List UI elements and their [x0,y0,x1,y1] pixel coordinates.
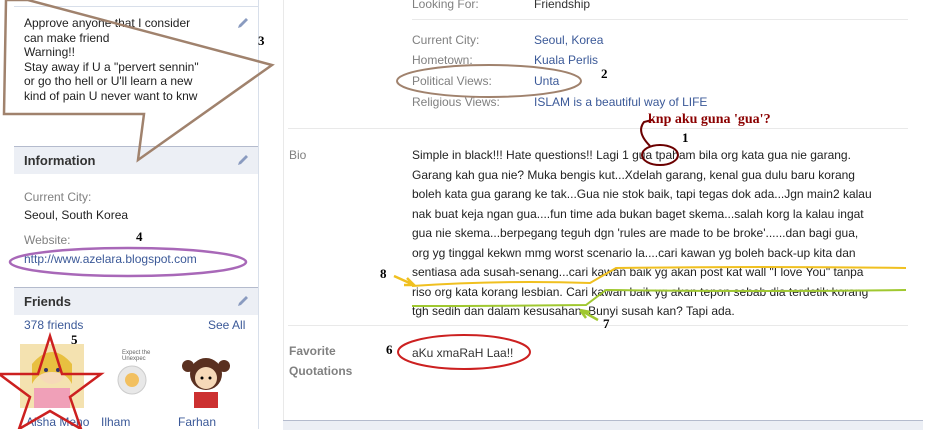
annotation-number: 5 [71,332,78,347]
annotation-question: knp aku guna 'gua'? [648,112,771,127]
annotation-number: 1 [682,130,689,145]
annotation-number: 4 [136,229,143,244]
annotation-number: 7 [603,316,610,331]
annotation-number: 2 [601,66,608,81]
annotation-overlay [0,0,907,429]
annotation-number: 8 [380,266,387,281]
annotation-number: 6 [386,342,393,357]
annotation-number: 3 [258,33,265,48]
